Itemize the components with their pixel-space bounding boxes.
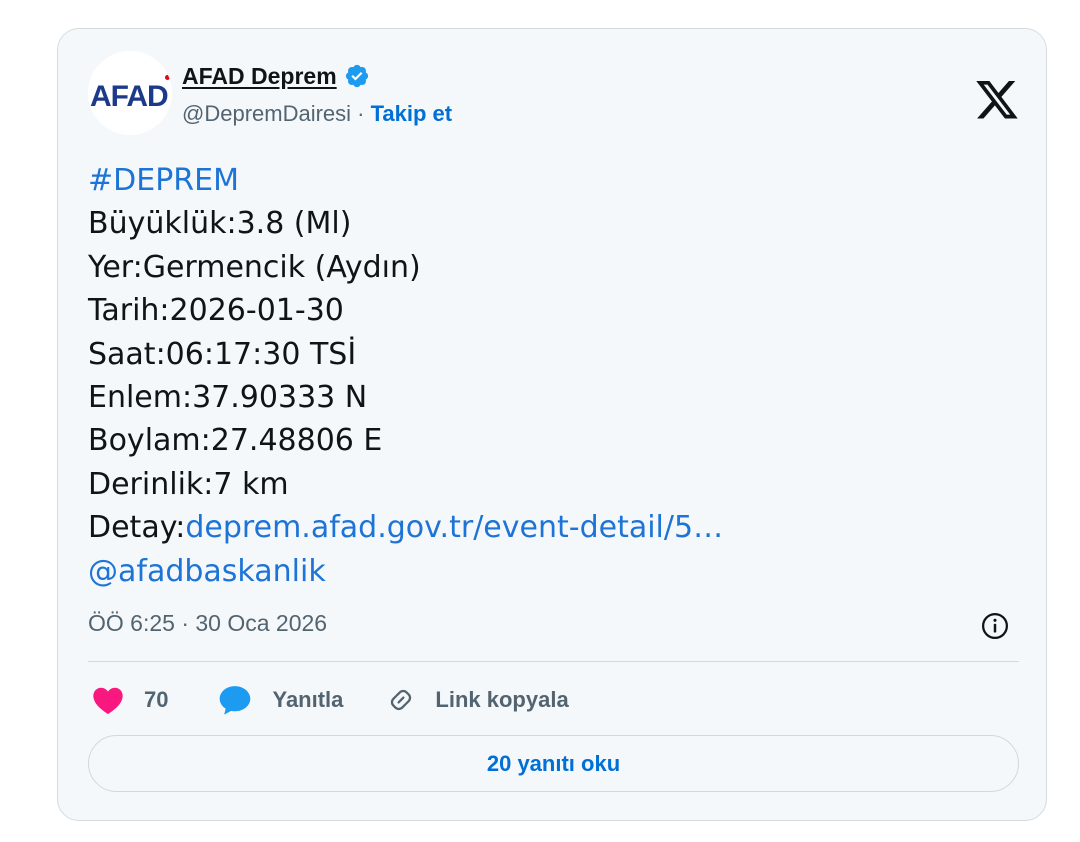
divider bbox=[88, 661, 1019, 662]
handle-separator: · bbox=[351, 101, 371, 126]
mention-link[interactable]: @afadbaskanlik bbox=[88, 550, 1008, 593]
reply-label: Yanıtla bbox=[272, 687, 344, 712]
detail-link[interactable]: deprem.afad.gov.tr/event-detail/5… bbox=[185, 510, 723, 545]
read-replies-button[interactable]: 20 yanıtı oku bbox=[88, 735, 1019, 792]
avatar-logo-text: AFAD bbox=[90, 80, 169, 113]
link-icon bbox=[391, 689, 412, 711]
tweet-line-location: Yer:Germencik (Aydın) bbox=[88, 249, 421, 285]
follow-button[interactable]: Takip et bbox=[371, 101, 453, 127]
author-display-name[interactable]: AFAD Deprem bbox=[182, 63, 337, 90]
tweet-line-latitude: Enlem:37.90333 N bbox=[88, 380, 368, 416]
author-handle-row: @DepremDairesi · Takip et bbox=[182, 101, 452, 127]
tweet-line-time: Saat:06:17:30 TSİ bbox=[88, 336, 357, 372]
verified-badge-icon bbox=[345, 64, 368, 88]
author-handle[interactable]: @DepremDairesi bbox=[182, 101, 351, 127]
x-logo-icon[interactable] bbox=[976, 81, 1018, 119]
tweet-timestamp[interactable]: ÖÖ 6:25 · 30 Oca 2026 bbox=[88, 610, 327, 637]
logo-dot bbox=[165, 75, 170, 80]
reply-button[interactable]: Yanıtla bbox=[218, 684, 343, 716]
like-button[interactable]: 70 bbox=[92, 685, 168, 715]
info-icon[interactable] bbox=[980, 611, 1010, 641]
tweet-line-date: Tarih:2026-01-30 bbox=[88, 293, 344, 329]
detail-prefix: Detay: bbox=[88, 510, 186, 546]
reply-bubble-icon bbox=[220, 686, 251, 715]
hashtag-link[interactable]: #DEPREM bbox=[88, 159, 1008, 202]
tweet-text: #DEPREM Büyüklük:3.8 (Ml) Yer:Germencik … bbox=[88, 159, 1008, 593]
copy-link-button[interactable]: Link kopyala bbox=[385, 684, 569, 716]
author-name-row: AFAD Deprem bbox=[182, 60, 370, 92]
tweet-line-depth: Derinlik:7 km bbox=[88, 466, 289, 502]
tweet-line-longitude: Boylam:27.48806 E bbox=[88, 423, 383, 459]
avatar[interactable]: AFAD bbox=[88, 51, 172, 135]
like-count: 70 bbox=[144, 687, 169, 712]
tweet-line-magnitude: Büyüklük:3.8 (Ml) bbox=[88, 206, 352, 242]
embedded-tweet-card: AFAD AFAD Deprem @DepremDairesi · Takip … bbox=[57, 28, 1047, 821]
copy-link-label: Link kopyala bbox=[435, 687, 569, 712]
tweet-line-detail: Detay:deprem.afad.gov.tr/event-detail/5… bbox=[88, 506, 1008, 549]
heart-icon bbox=[93, 687, 123, 715]
tweet-actions: 70 Yanıtla Link kopyala bbox=[92, 680, 569, 720]
